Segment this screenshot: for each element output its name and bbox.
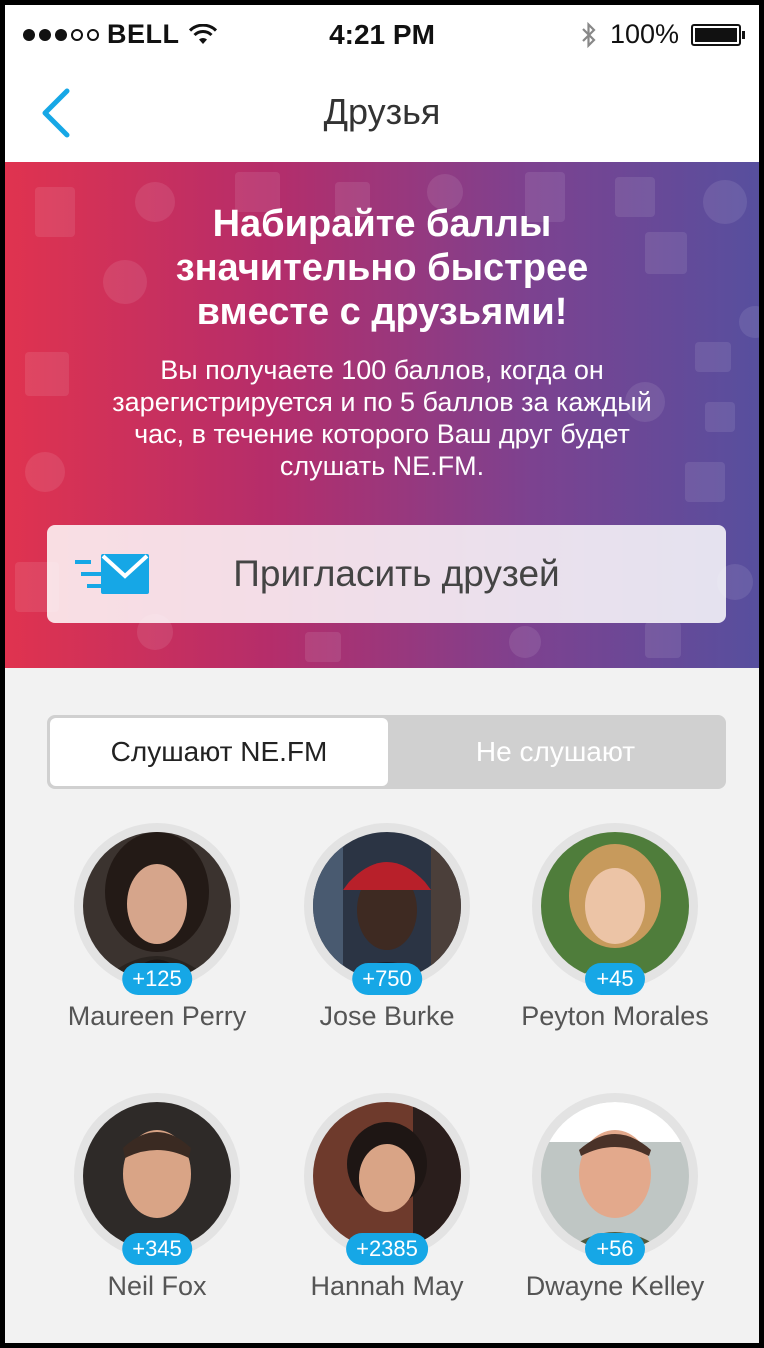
status-bar: BELL 4:21 PM 100%	[5, 5, 759, 67]
points-badge: +45	[585, 963, 645, 995]
points-badge: +345	[122, 1233, 192, 1265]
tab-listening[interactable]: Слушают NE.FM	[50, 718, 388, 786]
bluetooth-icon	[582, 21, 596, 48]
friend-card[interactable]: +2385 Hannah May	[272, 1093, 502, 1302]
friend-photo	[83, 1102, 231, 1250]
avatar: +345	[74, 1093, 240, 1265]
friend-card[interactable]: +750 Jose Burke	[272, 823, 502, 1032]
banner-description: Вы получаете 100 баллов, когда он зареги…	[112, 355, 652, 481]
friend-card[interactable]: +56 Dwayne Kelley	[500, 1093, 730, 1302]
points-badge: +125	[122, 963, 192, 995]
avatar: +125	[74, 823, 240, 995]
friend-card[interactable]: +345 Neil Fox	[42, 1093, 272, 1302]
listening-filter-tabs: Слушают NE.FM Не слушают	[47, 715, 726, 789]
friend-photo	[313, 832, 461, 980]
promo-banner: Набирайте баллы значительно быстрее вмес…	[5, 162, 759, 668]
invite-friends-button[interactable]: Пригласить друзей	[47, 525, 726, 623]
friend-photo	[313, 1102, 461, 1250]
friend-name: Jose Burke	[319, 1001, 455, 1031]
points-badge: +750	[352, 963, 422, 995]
friend-card[interactable]: +125 Maureen Perry	[42, 823, 272, 1032]
battery-percentage: 100%	[609, 19, 679, 49]
points-badge: +2385	[346, 1233, 428, 1265]
friend-name: Hannah May	[310, 1271, 464, 1301]
navigation-bar: Друзья	[5, 67, 759, 162]
page-title: Друзья	[323, 91, 441, 132]
phone-screen: BELL 4:21 PM 100% Друзья Набирайте баллы…	[0, 0, 764, 1348]
friend-photo	[541, 1102, 689, 1250]
friend-photo	[83, 832, 231, 980]
friend-photo	[541, 832, 689, 980]
friend-card[interactable]: +45 Peyton Morales	[500, 823, 730, 1032]
avatar: +45	[532, 823, 698, 995]
friend-name: Peyton Morales	[521, 1001, 709, 1031]
tab-not-listening[interactable]: Не слушают	[388, 718, 723, 786]
friend-name: Dwayne Kelley	[525, 1271, 705, 1301]
points-badge: +56	[585, 1233, 645, 1265]
battery-icon	[691, 23, 745, 46]
avatar: +56	[532, 1093, 698, 1265]
invite-friends-label: Пригласить друзей	[233, 553, 560, 594]
friend-name: Maureen Perry	[67, 1001, 247, 1031]
banner-headline: Набирайте баллы значительно быстрее вмес…	[175, 203, 589, 333]
avatar: +2385	[304, 1093, 470, 1265]
avatar: +750	[304, 823, 470, 995]
friend-name: Neil Fox	[107, 1271, 207, 1301]
